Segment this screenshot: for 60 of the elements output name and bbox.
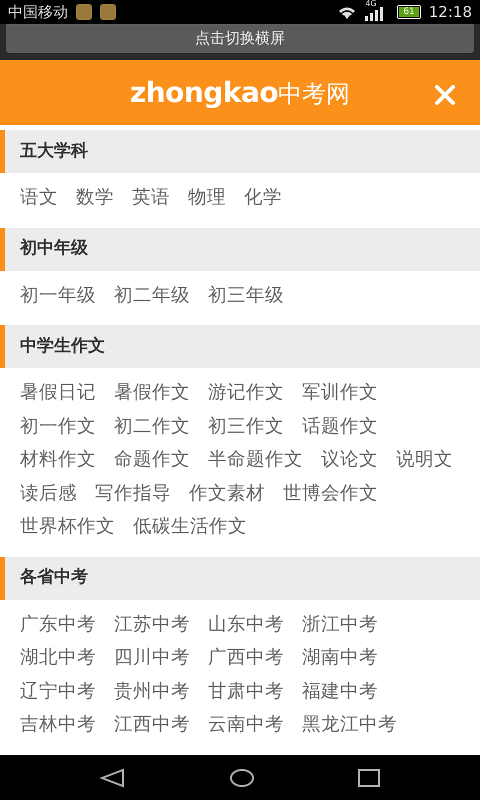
category-link[interactable]: 云南中考 (208, 708, 284, 742)
category-link[interactable]: 命题作文 (114, 443, 190, 476)
section-heading: 五大学科 (0, 130, 480, 173)
carrier-name: 中国移动 (8, 2, 68, 23)
category-link[interactable]: 湖南中考 (302, 641, 378, 674)
logo-text: 中考网 (278, 78, 350, 110)
category-link[interactable]: 暑假日记 (20, 376, 96, 410)
category-link[interactable]: 写作指导 (95, 476, 171, 510)
category-link[interactable]: 英语 (132, 181, 170, 214)
category-link[interactable]: 读后感 (20, 476, 77, 510)
category-link[interactable]: 议论文 (321, 443, 378, 476)
category-link[interactable]: 黑龙江中考 (302, 708, 397, 742)
category-link[interactable]: 化学 (244, 181, 282, 214)
battery-level: 61 (399, 7, 419, 17)
category-link[interactable]: 暑假作文 (114, 376, 190, 410)
notification-icon (100, 4, 116, 20)
category-link[interactable]: 数学 (76, 181, 114, 214)
home-icon[interactable] (229, 768, 255, 788)
category-link[interactable]: 江苏中考 (114, 608, 190, 641)
category-link[interactable]: 材料作文 (20, 443, 96, 476)
category-link[interactable]: 福建中考 (302, 674, 378, 708)
category-link[interactable]: 初三作文 (208, 410, 284, 443)
category-link[interactable]: 初二作文 (114, 410, 190, 443)
clock-time: 12:18 (428, 2, 472, 23)
category-link[interactable]: 半命题作文 (208, 443, 303, 476)
back-icon[interactable] (99, 768, 127, 788)
section-heading: 各省中考 (0, 556, 480, 600)
category-link[interactable]: 作文素材 (189, 476, 265, 510)
category-link[interactable]: 说明文 (396, 443, 453, 476)
recent-apps-icon[interactable] (357, 768, 381, 788)
category-link[interactable]: 湖北中考 (20, 641, 96, 674)
category-link[interactable]: 辽宁中考 (20, 674, 96, 708)
category-link[interactable]: 广西中考 (208, 641, 284, 674)
category-link[interactable]: 山东中考 (208, 608, 284, 641)
category-link[interactable]: 低碳生活作文 (133, 510, 247, 544)
category-link[interactable]: 广东中考 (20, 608, 96, 641)
category-link[interactable]: 初三年级 (208, 278, 284, 312)
category-link[interactable]: 初一年级 (20, 278, 96, 312)
category-link[interactable]: 初二年级 (114, 278, 190, 312)
category-link[interactable]: 世界杯作文 (20, 510, 115, 544)
category-link[interactable]: 军训作文 (302, 376, 378, 410)
category-link[interactable]: 浙江中考 (302, 608, 378, 641)
category-link[interactable]: 吉林中考 (20, 708, 96, 742)
category-link[interactable]: 初一作文 (20, 410, 96, 443)
notification-icon (76, 4, 92, 20)
category-link[interactable]: 贵州中考 (114, 674, 190, 708)
category-link[interactable]: 江西中考 (114, 708, 190, 742)
category-link[interactable]: 游记作文 (208, 376, 284, 410)
section-heading: 中学生作文 (0, 325, 480, 368)
category-link[interactable]: 物理 (188, 181, 226, 214)
category-link[interactable]: 话题作文 (302, 410, 378, 443)
logo-text: zhongkao (130, 74, 278, 110)
category-link[interactable]: 世博会作文 (283, 476, 378, 510)
rotate-screen-button[interactable]: 点击切换横屏 (6, 24, 474, 53)
category-link[interactable]: 甘肃中考 (208, 674, 284, 708)
wifi-icon (337, 4, 358, 20)
network-type: 4G (365, 0, 377, 8)
section-heading: 初中年级 (0, 228, 480, 270)
category-link[interactable]: 语文 (20, 181, 58, 214)
category-link[interactable]: 四川中考 (114, 641, 190, 674)
